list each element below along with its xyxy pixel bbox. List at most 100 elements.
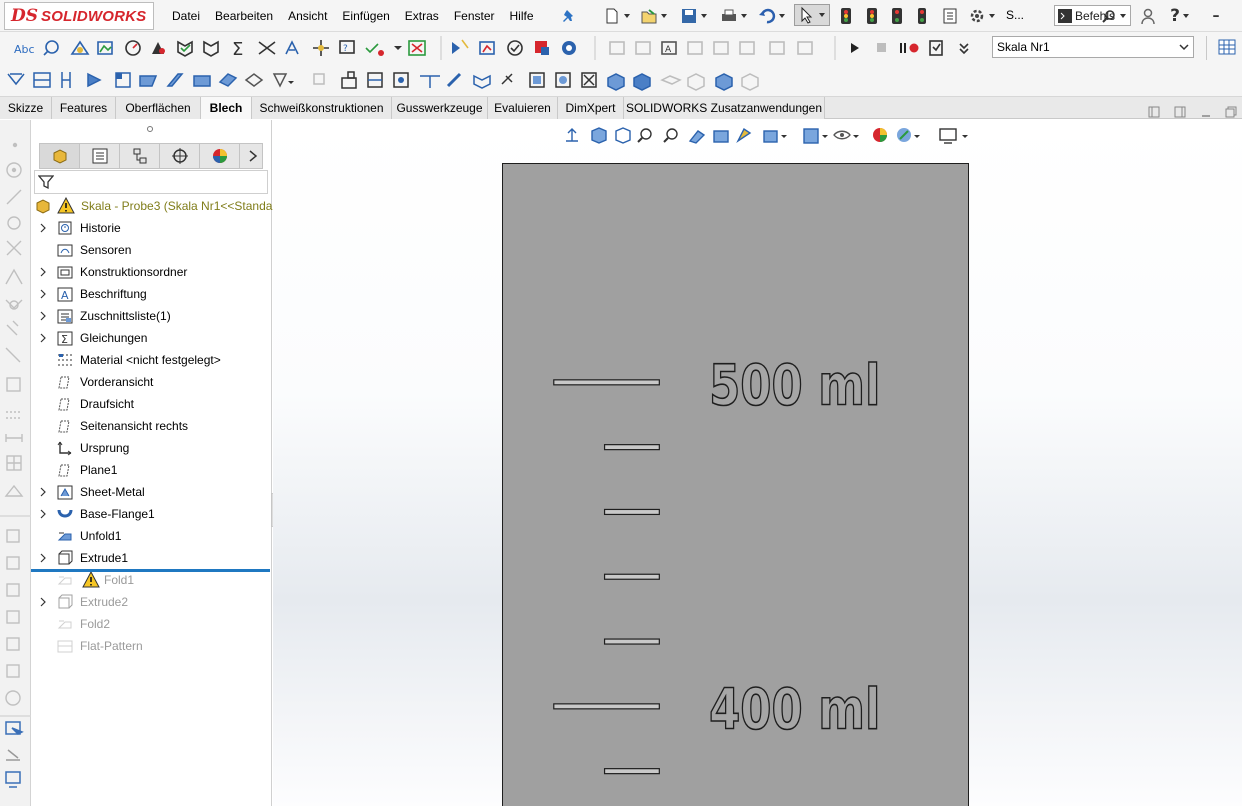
panel-grip-icon[interactable] bbox=[146, 125, 154, 133]
measuring-scale-plate[interactable]: 500 ml 400 ml bbox=[502, 163, 969, 806]
tree-root-part[interactable]: Skala - Probe3 (Skala Nr1<<Standar bbox=[31, 195, 276, 217]
tab-solidworks-zusatzanwendungen[interactable]: SOLIDWORKS Zusatzanwendungen bbox=[624, 97, 825, 119]
stoplight-button[interactable] bbox=[912, 5, 932, 27]
options-button[interactable] bbox=[964, 5, 1000, 27]
restore-panel-right-icon[interactable] bbox=[1174, 106, 1186, 118]
brand-name: SOLIDWORKS bbox=[41, 7, 147, 25]
menu-datei[interactable]: Datei bbox=[172, 9, 200, 23]
tree-item-flat-pattern[interactable]: Flat-Pattern bbox=[31, 635, 271, 657]
graphics-area[interactable]: 500 ml 400 ml bbox=[273, 120, 1242, 806]
new-document-button[interactable] bbox=[600, 5, 634, 27]
search-scope-label[interactable]: S... bbox=[1006, 8, 1024, 22]
tree-item-vorderansicht[interactable]: Vorderansicht bbox=[31, 371, 271, 393]
save-button[interactable] bbox=[676, 5, 712, 27]
tab-blech[interactable]: Blech bbox=[201, 97, 252, 119]
sketch-tools-icons bbox=[0, 142, 31, 788]
expand-arrow-icon[interactable] bbox=[39, 597, 47, 607]
window-minimize-icon[interactable] bbox=[1200, 106, 1212, 118]
tree-item-unfold1[interactable]: Unfold1 bbox=[31, 525, 271, 547]
tab-features[interactable]: Features bbox=[52, 97, 116, 119]
chevron-right-icon[interactable] bbox=[248, 150, 258, 162]
window-restore-icon[interactable] bbox=[1225, 106, 1237, 118]
restore-panel-left-icon[interactable] bbox=[1148, 106, 1160, 118]
plane-icon bbox=[58, 420, 70, 433]
chevron-down-icon bbox=[624, 14, 630, 18]
tree-item-material-nicht-festgelegt[interactable]: Material <nicht festgelegt> bbox=[31, 349, 271, 371]
tree-item-plane1[interactable]: Plane1 bbox=[31, 459, 271, 481]
tree-item-label: Konstruktionsordner bbox=[80, 265, 188, 279]
tree-item-fold2[interactable]: Fold2 bbox=[31, 613, 271, 635]
menu-bearbeiten[interactable]: Bearbeiten bbox=[215, 9, 273, 23]
chevron-down-icon bbox=[819, 13, 825, 17]
tree-item-extrude1[interactable]: Extrude1 bbox=[31, 547, 271, 569]
user-account-button[interactable] bbox=[1137, 5, 1159, 27]
select-button[interactable] bbox=[794, 4, 830, 26]
solidworks-logo[interactable]: DS SOLIDWORKS bbox=[4, 2, 154, 30]
rebuild-all-button[interactable] bbox=[862, 5, 882, 27]
tree-item-zuschnittsliste-1[interactable]: Zuschnittsliste(1) bbox=[31, 305, 271, 327]
table-view-button[interactable] bbox=[1216, 36, 1238, 58]
previous-view-icon bbox=[566, 128, 578, 142]
undo-button[interactable] bbox=[754, 5, 790, 27]
rebuild-traffic-light-button[interactable] bbox=[836, 5, 856, 27]
feature-filter-input[interactable] bbox=[34, 170, 268, 194]
print-button[interactable] bbox=[716, 5, 752, 27]
tab-display-manager[interactable] bbox=[200, 144, 240, 168]
expand-arrow-icon[interactable] bbox=[39, 311, 47, 321]
expand-arrow-icon[interactable] bbox=[39, 289, 47, 299]
tree-item-sheet-metal[interactable]: Sheet-Metal bbox=[31, 481, 271, 503]
chevron-down-icon bbox=[661, 14, 667, 18]
pin-menu-icon[interactable] bbox=[561, 8, 577, 24]
tab-gusswerkzeuge[interactable]: Gusswerkzeuge bbox=[392, 97, 488, 119]
tree-item-ursprung[interactable]: Ursprung bbox=[31, 437, 271, 459]
help-button[interactable]: ? bbox=[1163, 5, 1197, 27]
chevron-down-icon bbox=[701, 14, 707, 18]
tree-item-konstruktionsordner[interactable]: Konstruktionsordner bbox=[31, 261, 271, 283]
minimize-button[interactable]: – bbox=[1208, 5, 1224, 27]
expand-arrow-icon[interactable] bbox=[39, 223, 47, 233]
tab-dimxpert-manager[interactable] bbox=[160, 144, 200, 168]
rebuild-error-button[interactable] bbox=[887, 5, 907, 27]
tree-item-label: Draufsicht bbox=[80, 397, 135, 411]
tab-oberflaechen[interactable]: Oberflächen bbox=[116, 97, 201, 119]
tree-item-beschriftung[interactable]: A Beschriftung bbox=[31, 283, 271, 305]
tree-item-draufsicht[interactable]: Draufsicht bbox=[31, 393, 271, 415]
fold-icon bbox=[57, 576, 72, 585]
menu-einfuegen[interactable]: Einfügen bbox=[342, 9, 389, 23]
expand-arrow-icon[interactable] bbox=[39, 267, 47, 277]
part-icon bbox=[36, 199, 50, 214]
expand-arrow-icon[interactable] bbox=[39, 487, 47, 497]
tab-dimxpert[interactable]: DimXpert bbox=[558, 97, 624, 119]
menu-ansicht[interactable]: Ansicht bbox=[288, 9, 327, 23]
open-document-button[interactable] bbox=[636, 5, 672, 27]
tree-root-label: Skala - Probe3 (Skala Nr1<<Standar bbox=[81, 199, 277, 213]
expand-arrow-icon[interactable] bbox=[39, 553, 47, 563]
tree-item-label: Vorderansicht bbox=[80, 375, 154, 389]
tab-feature-tree[interactable] bbox=[40, 144, 80, 168]
configuration-dropdown[interactable]: Skala Nr1 bbox=[992, 36, 1194, 58]
tree-item-gleichungen[interactable]: Σ Gleichungen bbox=[31, 327, 271, 349]
tree-item-sensoren[interactable]: Sensoren bbox=[31, 239, 271, 261]
tree-item-extrude2[interactable]: Extrude2 bbox=[31, 591, 271, 613]
menu-hilfe[interactable]: Hilfe bbox=[510, 9, 534, 23]
tree-item-fold1[interactable]: Fold1 bbox=[31, 569, 271, 591]
tab-configuration-manager[interactable] bbox=[120, 144, 160, 168]
chevron-down-icon bbox=[1120, 14, 1126, 18]
chevron-down-icon bbox=[1182, 14, 1189, 18]
tab-skizze[interactable]: Skizze bbox=[0, 97, 52, 119]
expand-arrow-icon[interactable] bbox=[39, 509, 47, 519]
scale-minor-tick bbox=[603, 508, 660, 516]
open-folder-icon bbox=[641, 9, 657, 24]
tree-item-base-flange1[interactable]: Base-Flange1 bbox=[31, 503, 271, 525]
tab-schweisskonstruktionen[interactable]: Schweißkonstruktionen bbox=[252, 97, 392, 119]
tree-item-seitenansicht-rechts[interactable]: Seitenansicht rechts bbox=[31, 415, 271, 437]
tab-evaluieren[interactable]: Evaluieren bbox=[488, 97, 558, 119]
file-properties-button[interactable] bbox=[939, 5, 961, 27]
menu-extras[interactable]: Extras bbox=[405, 9, 439, 23]
rollback-bar[interactable] bbox=[31, 569, 270, 572]
tree-item-historie[interactable]: Historie bbox=[31, 217, 271, 239]
menu-fenster[interactable]: Fenster bbox=[454, 9, 495, 23]
expand-arrow-icon[interactable] bbox=[39, 333, 47, 343]
tab-property-manager[interactable] bbox=[80, 144, 120, 168]
command-search-input[interactable]: Befehls bbox=[1054, 5, 1131, 26]
